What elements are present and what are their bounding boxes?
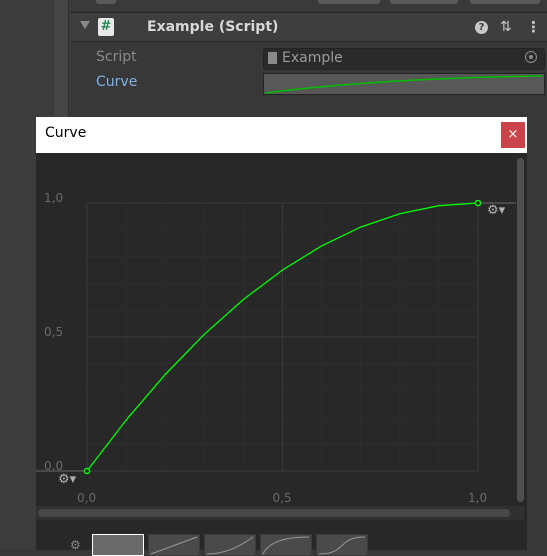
presets-icon[interactable]: ⇅ [500, 19, 512, 35]
preset-thumb[interactable] [316, 534, 368, 556]
preset-thumb[interactable] [204, 534, 256, 556]
curve-preview [264, 75, 543, 94]
csharp-script-icon: # [98, 18, 114, 36]
script-file-icon [268, 52, 277, 64]
help-icon[interactable]: ? [475, 21, 488, 34]
script-label: Script [96, 49, 137, 65]
curve-canvas[interactable] [36, 153, 527, 506]
component-title: Example (Script) [147, 19, 279, 35]
x-tick-label: 0,0 [77, 491, 97, 505]
preset-thumb[interactable] [148, 534, 200, 556]
keyframe-point[interactable] [474, 199, 482, 207]
y-tick-label: 0,0 [44, 459, 64, 473]
previous-component-button[interactable] [470, 0, 540, 4]
curve-window-title: Curve [45, 125, 87, 141]
preset-thumb[interactable] [92, 534, 144, 556]
previous-component-button[interactable] [96, 0, 116, 4]
keyframe-point[interactable] [83, 467, 91, 475]
gear-icon[interactable]: ⚙▾ [487, 203, 505, 218]
y-tick-label: 0,5 [44, 325, 64, 339]
previous-component-button[interactable] [390, 0, 458, 4]
kebab-menu-icon[interactable]: ⋮ [526, 18, 541, 36]
close-button[interactable]: × [501, 122, 525, 148]
script-object-value: Example [282, 50, 343, 66]
gear-icon[interactable]: ⚙▾ [58, 472, 76, 487]
curve-label: Curve [96, 74, 138, 90]
vertical-scrollbar[interactable] [517, 158, 524, 502]
preset-thumb[interactable] [260, 534, 312, 556]
y-tick-label: 1,0 [44, 191, 64, 205]
foldout-arrow-icon[interactable] [80, 21, 90, 29]
horizontal-scrollbar[interactable] [38, 509, 510, 517]
x-tick-label: 1,0 [468, 491, 488, 505]
curve-grid [86, 202, 479, 472]
previous-component-button[interactable] [318, 0, 380, 4]
curve-window-titlebar[interactable] [36, 117, 527, 153]
curve-field-preview[interactable] [263, 73, 545, 95]
object-picker-icon[interactable] [525, 51, 537, 63]
x-tick-label: 0,5 [272, 491, 292, 505]
inspector-gutter-divider [54, 0, 69, 118]
